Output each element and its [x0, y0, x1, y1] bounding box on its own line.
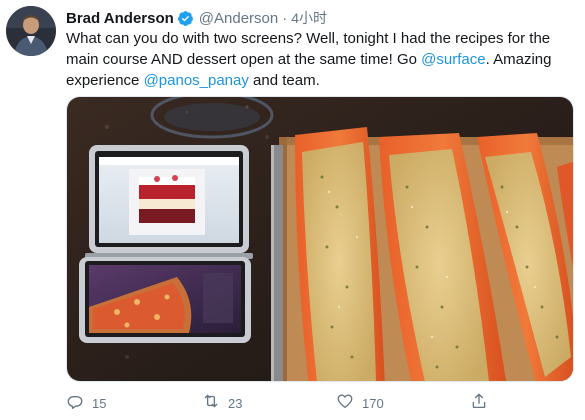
- avatar-image: [6, 6, 56, 56]
- share-button[interactable]: [470, 392, 488, 415]
- retweet-count: 23: [228, 395, 243, 411]
- tweet-timestamp[interactable]: 4小时: [291, 8, 327, 28]
- tweet-card: Brad Anderson @Anderson · 4小时 What can y…: [0, 0, 585, 420]
- tweet-photo[interactable]: [66, 96, 574, 382]
- reply-count: 15: [92, 395, 107, 411]
- photo-image: [67, 97, 573, 381]
- author-handle[interactable]: @Anderson: [199, 10, 278, 27]
- author-display-name[interactable]: Brad Anderson: [66, 10, 174, 27]
- tweet-text-part3: and team.: [248, 72, 320, 89]
- reply-icon: [66, 392, 84, 415]
- like-count: 170: [362, 395, 384, 411]
- reply-button[interactable]: 15: [66, 392, 106, 415]
- share-icon: [470, 392, 488, 415]
- like-button[interactable]: 170: [336, 392, 384, 415]
- verified-badge-icon: [177, 10, 194, 27]
- tweet-header: Brad Anderson @Anderson · 4小时: [66, 8, 327, 28]
- surface-duo-device: [79, 145, 253, 343]
- mention-surface-link[interactable]: @surface: [421, 51, 485, 68]
- header-separator: ·: [282, 9, 288, 27]
- heart-icon: [336, 392, 354, 415]
- mention-panos-panay-link[interactable]: @panos_panay: [144, 72, 249, 89]
- tweet-text: What can you do with two screens? Well, …: [66, 28, 578, 91]
- tweet-actions: 15 23 170: [66, 392, 536, 414]
- retweet-icon: [202, 392, 220, 415]
- avatar[interactable]: [6, 6, 56, 56]
- retweet-button[interactable]: 23: [202, 392, 242, 415]
